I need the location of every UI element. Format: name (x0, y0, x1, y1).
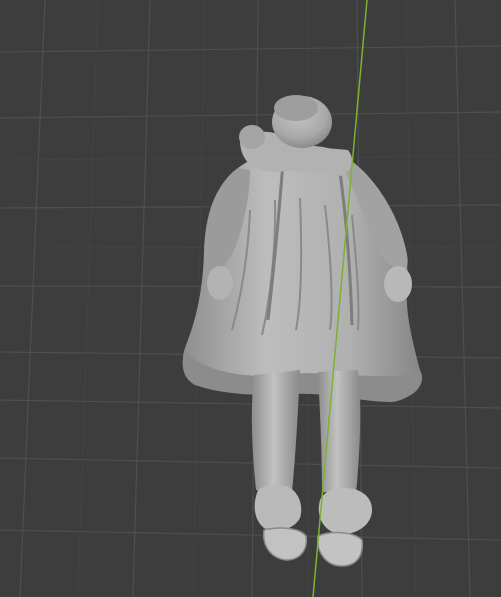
hair-bun (239, 125, 265, 149)
hand-left (207, 266, 233, 300)
hand-right (384, 266, 412, 302)
leg-left (251, 370, 300, 492)
3d-viewport[interactable] (0, 0, 501, 597)
shoe-left (254, 485, 302, 531)
hair (274, 95, 318, 121)
